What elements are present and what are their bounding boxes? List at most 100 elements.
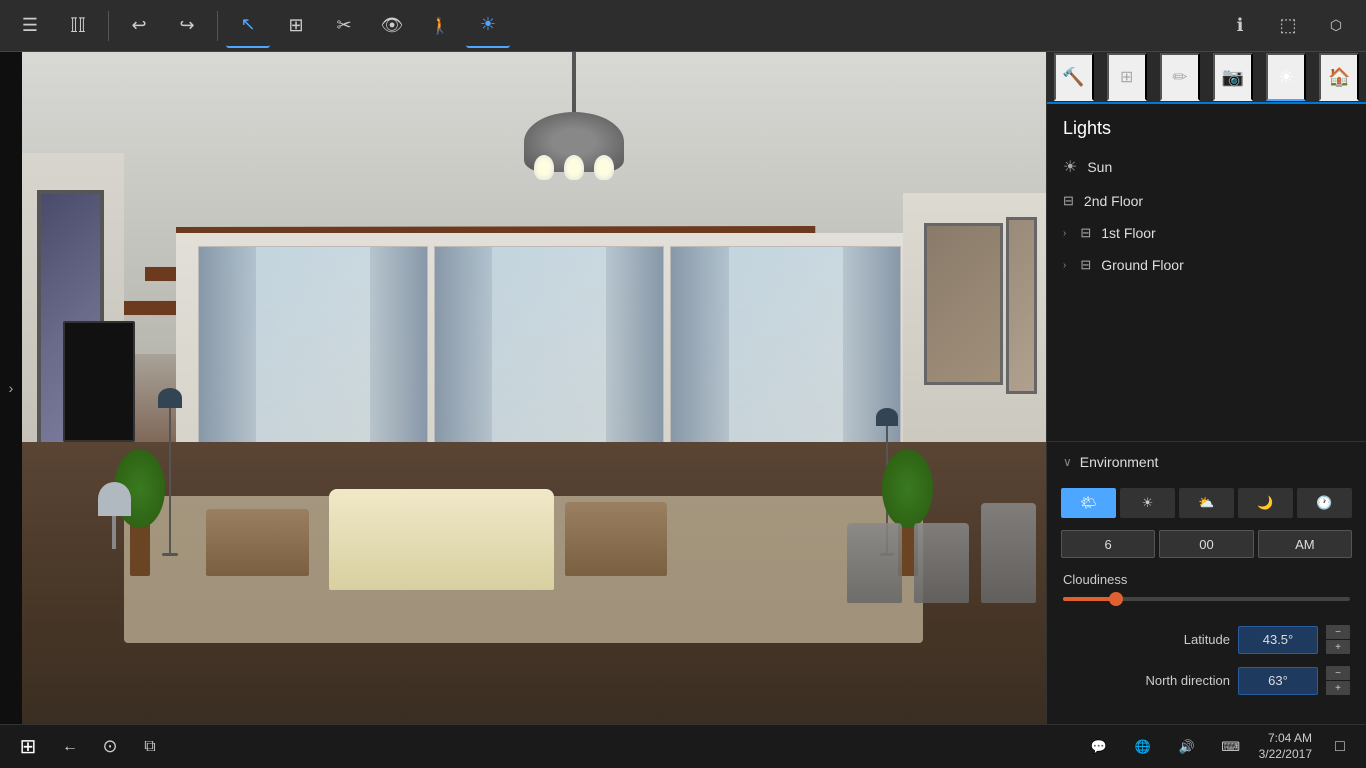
sofa [329,489,554,590]
frame-icon: ⬚ [1279,15,1296,36]
clock-time: 7:04 AM [1259,731,1312,747]
walk-button[interactable]: 🚶 [418,4,462,48]
panel-camera-button[interactable]: 📷 [1213,53,1253,101]
chandelier-body [524,112,624,172]
time-display: 6 00 AM [1047,524,1366,564]
latitude-field: Latitude 43.5° − + [1047,619,1366,660]
panel-lighting-button[interactable]: ☀ [1266,53,1306,101]
night-icon: 🌙 [1257,495,1273,511]
arrange-button[interactable]: ⊞ [274,4,318,48]
menu-button[interactable]: ☰ [8,4,52,48]
top-toolbar: ☰ 𝕀𝕀 ↩ ↪ ↖ ⊞ ✂ 👁 🚶 ☀ ℹ ⬚ ⬡ [0,0,1366,52]
taskbar-icons: ← ⊙ ⧉ [52,729,168,765]
panel-content: Lights ☀ Sun ⊟ 2nd Floor › ⊟ 1st Floor ›… [1047,104,1366,724]
cloudiness-slider-thumb[interactable] [1109,592,1123,606]
info-button[interactable]: ℹ [1218,4,1262,48]
back-button[interactable]: ← [52,729,88,765]
time-btn-overcast[interactable]: ⛅ [1179,488,1234,518]
left-nav-arrow[interactable]: › [0,52,22,724]
camera-icon: 📷 [1222,67,1244,88]
time-period-box[interactable]: AM [1258,530,1352,558]
painting-2 [1006,217,1038,394]
redo-button[interactable]: ↪ [165,4,209,48]
time-btn-sunny[interactable]: 🌤 [1061,488,1116,518]
environment-section: ∨ Environment 🌤 ☀ ⛅ 🌙 [1047,441,1366,711]
time-hour-box[interactable]: 6 [1061,530,1155,558]
tray-keyboard-icon[interactable]: ⌨ [1213,729,1249,765]
show-desktop-button[interactable]: □ [1322,729,1358,765]
view-button[interactable]: 👁 [370,4,414,48]
frame-button[interactable]: ⬚ [1266,4,1310,48]
sun-icon: ☀ [1063,157,1077,177]
painting-1 [924,223,1003,386]
ground-floor-icon: ⊟ [1080,257,1091,273]
tray-notification-icon[interactable]: 💬 [1081,729,1117,765]
taskbar: ⊞ ← ⊙ ⧉ 💬 🌐 🔊 ⌨ 7:04 AM 3/22/2017 □ [0,724,1366,768]
time-btn-night[interactable]: 🌙 [1238,488,1293,518]
cloudiness-slider-track[interactable] [1063,597,1350,601]
panel-furniture-button[interactable]: ⊞ [1107,53,1147,101]
time-btn-clear[interactable]: ☀ [1120,488,1175,518]
lights-spacer [1047,281,1366,441]
undo-button[interactable]: ↩ [117,4,161,48]
north-direction-buttons: − + [1326,666,1350,695]
3d-icon: ⬡ [1330,17,1342,34]
sunny-icon: 🌤 [1080,495,1097,511]
armchair-right [565,502,667,576]
overcast-icon: ⛅ [1198,495,1214,511]
cortana-button[interactable]: ⊙ [92,729,128,765]
time-btn-clock[interactable]: 🕐 [1297,488,1352,518]
light-item-2nd-floor[interactable]: ⊟ 2nd Floor [1047,185,1366,217]
panel-house-button[interactable]: 🏠 [1319,53,1359,101]
chevron-left-icon: › [9,380,14,396]
cloudiness-slider-fill [1063,597,1115,601]
latitude-input[interactable]: 43.5° [1238,626,1318,654]
library-button[interactable]: 𝕀𝕀 [56,4,100,48]
panel-build-button[interactable]: 🔨 [1054,53,1094,101]
view-icon: 👁 [381,15,404,36]
cut-icon: ✂ [336,15,351,36]
task-view-button[interactable]: ⧉ [132,729,168,765]
chevron-ground-floor-icon: › [1063,260,1066,271]
3d-button[interactable]: ⬡ [1314,4,1358,48]
latitude-plus-button[interactable]: + [1326,640,1350,654]
light-icon: ☀ [480,14,496,35]
light-button[interactable]: ☀ [466,4,510,48]
light-item-1st-floor[interactable]: › ⊟ 1st Floor [1047,217,1366,249]
north-direction-minus-button[interactable]: − [1326,666,1350,680]
armchair-left [206,509,308,576]
windows-icon: ⊞ [20,734,37,759]
north-direction-field: North direction 63° − + [1047,660,1366,701]
environment-header[interactable]: ∨ Environment [1047,441,1366,482]
tray-network-icon[interactable]: 🌐 [1125,729,1161,765]
latitude-label: Latitude [1063,632,1230,647]
time-minute-box[interactable]: 00 [1159,530,1253,558]
chandelier-light-1 [534,155,554,180]
select-button[interactable]: ↖ [226,4,270,48]
separator-2 [217,11,218,41]
latitude-minus-button[interactable]: − [1326,625,1350,639]
environment-chevron-icon: ∨ [1063,455,1072,469]
tray-speaker-icon[interactable]: 🔊 [1169,729,1205,765]
light-item-ground-floor[interactable]: › ⊟ Ground Floor [1047,249,1366,281]
clock-date: 3/22/2017 [1259,747,1312,763]
main-content: › [0,52,1366,724]
panel-paint-button[interactable]: ✏ [1160,53,1200,101]
light-item-sun[interactable]: ☀ Sun [1047,149,1366,185]
taskbar-clock[interactable]: 7:04 AM 3/22/2017 [1259,731,1312,762]
north-direction-input[interactable]: 63° [1238,667,1318,695]
floor2-label: 2nd Floor [1084,193,1143,209]
chevron-1st-floor-icon: › [1063,228,1066,239]
north-direction-label: North direction [1063,673,1230,688]
clock-icon: 🕐 [1316,495,1332,511]
taskbar-right: 💬 🌐 🔊 ⌨ 7:04 AM 3/22/2017 □ [1081,729,1358,765]
3d-viewport[interactable] [22,52,1046,724]
paint-icon: ✏ [1172,67,1187,88]
north-direction-plus-button[interactable]: + [1326,681,1350,695]
start-button[interactable]: ⊞ [8,729,48,765]
clear-icon: ☀ [1142,495,1154,511]
system-tray: 💬 🌐 🔊 ⌨ [1081,729,1249,765]
chandelier-light-2 [564,155,584,180]
time-buttons: 🌤 ☀ ⛅ 🌙 🕐 [1047,482,1366,524]
cut-button[interactable]: ✂ [322,4,366,48]
